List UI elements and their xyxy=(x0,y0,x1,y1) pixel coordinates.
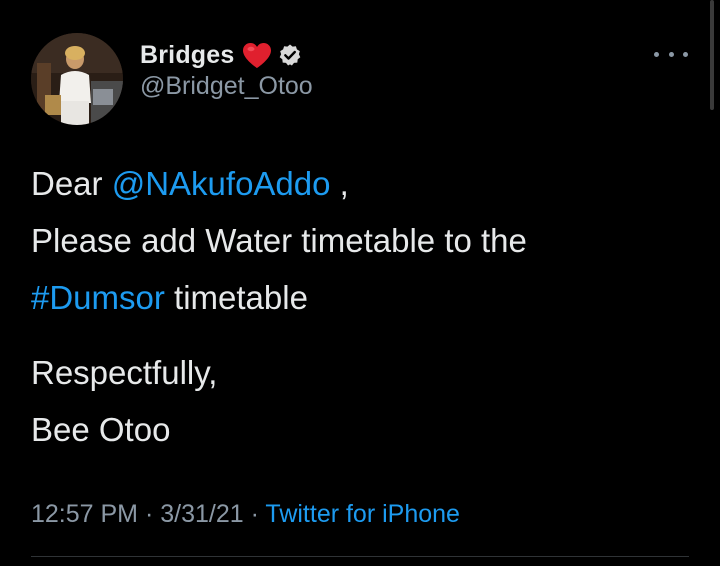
tweet-source-link[interactable]: Twitter for iPhone xyxy=(265,500,460,528)
more-dot-icon xyxy=(668,51,674,57)
tweet-line-1: Dear @NAkufoAddo , xyxy=(31,155,527,212)
tweet-body-paragraph-2: Respectfully, Bee Otoo xyxy=(31,344,217,458)
meta-separator: · xyxy=(138,500,161,528)
signature-text: Bee Otoo xyxy=(31,411,171,448)
meta-separator: · xyxy=(243,500,266,528)
tweet-line-2: Please add Water timetable to the xyxy=(31,222,527,259)
hashtag-link[interactable]: #Dumsor xyxy=(31,279,165,316)
greeting-end-text: , xyxy=(330,165,349,202)
verified-badge-icon xyxy=(278,43,302,67)
tweet-line-3: #Dumsor timetable xyxy=(31,269,527,326)
display-name[interactable]: Bridges xyxy=(140,41,234,70)
tweet-date[interactable]: 3/31/21 xyxy=(160,500,243,528)
red-heart-icon xyxy=(242,42,272,69)
greeting-text: Dear xyxy=(31,165,112,202)
avatar-photo xyxy=(31,33,123,125)
tweet-detail: Bridges @Bridget_Otoo Dear @NAkufoAddo ,… xyxy=(0,0,720,566)
avatar[interactable] xyxy=(31,33,123,125)
more-dot-icon xyxy=(654,51,659,57)
more-options-button[interactable] xyxy=(654,44,688,64)
tweet-time[interactable]: 12:57 PM xyxy=(31,500,138,528)
scrollbar[interactable] xyxy=(710,0,714,110)
divider xyxy=(31,556,689,557)
tweet-metadata: 12:57 PM · 3/31/21 · Twitter for iPhone xyxy=(31,500,460,529)
mention-link[interactable]: @NAkufoAddo xyxy=(112,165,331,202)
author-name-row[interactable]: Bridges xyxy=(140,38,302,72)
tweet-body-paragraph-1: Dear @NAkufoAddo , Please add Water time… xyxy=(31,155,527,326)
line-3-end-text: timetable xyxy=(164,279,308,316)
author-handle[interactable]: @Bridget_Otoo xyxy=(140,72,313,101)
signoff-text: Respectfully, xyxy=(31,354,218,391)
more-dot-icon xyxy=(683,51,688,57)
